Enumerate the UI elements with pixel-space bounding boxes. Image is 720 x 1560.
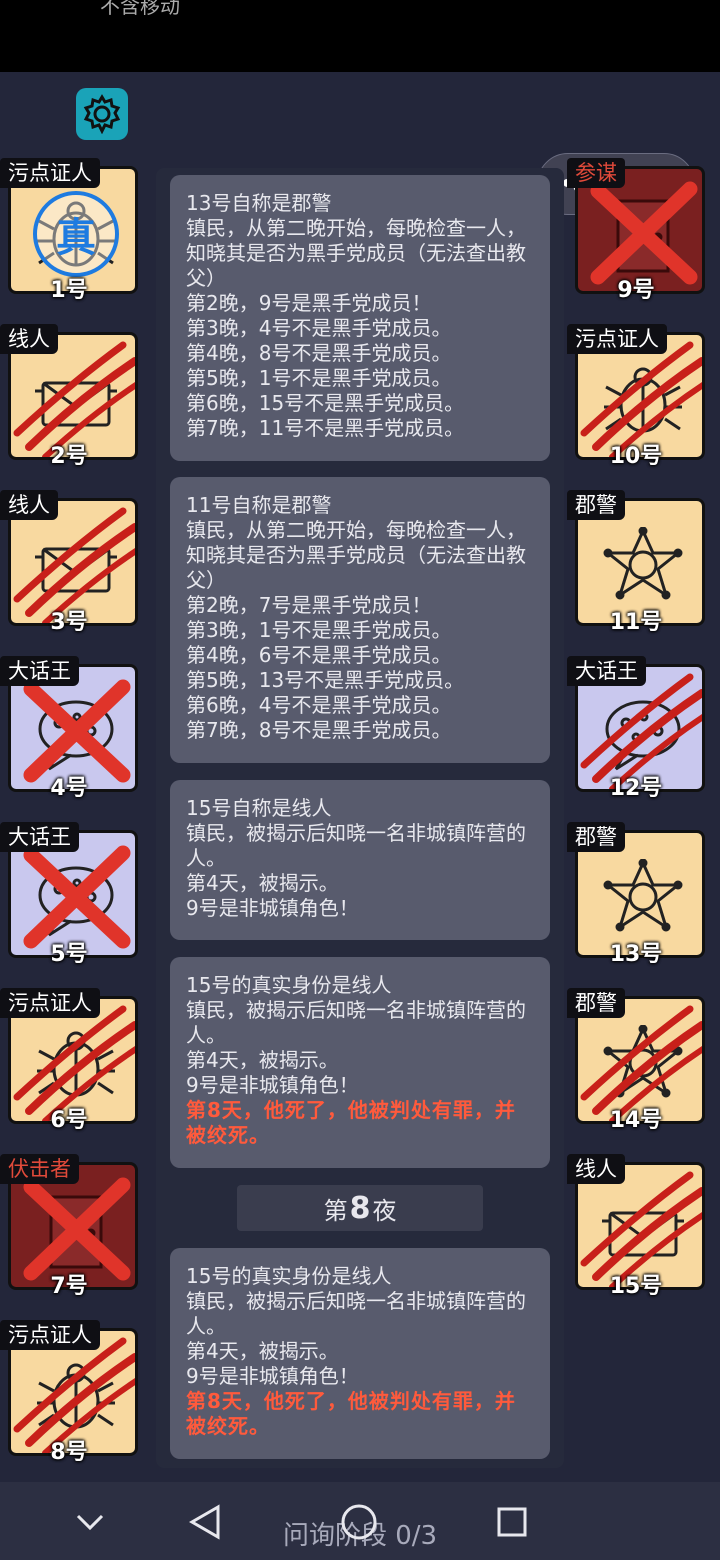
player-card[interactable]: 参谋 9号 bbox=[567, 158, 705, 303]
player-card[interactable]: 污点证人 10号 bbox=[567, 324, 705, 469]
role-label: 污点证人 bbox=[0, 158, 100, 188]
player-card[interactable]: 线人 3号 bbox=[0, 490, 138, 635]
message-line: 第5晚，13号不是黑手党成员。 bbox=[186, 668, 465, 692]
player-number: 1号 bbox=[50, 278, 88, 303]
settings-button[interactable] bbox=[76, 88, 128, 140]
player-card[interactable]: 大话王 4号 bbox=[0, 656, 138, 801]
night-suffix: 夜 bbox=[372, 1196, 397, 1225]
verified-badge: 真 bbox=[33, 191, 119, 277]
role-label: 线人 bbox=[0, 490, 58, 520]
chevron-down-icon[interactable] bbox=[74, 1512, 106, 1534]
player-card[interactable]: 大话王 12号 bbox=[567, 656, 705, 801]
role-label: 大话王 bbox=[567, 656, 646, 686]
player-number: 15号 bbox=[609, 1274, 663, 1299]
recent-apps-icon[interactable] bbox=[496, 1506, 528, 1538]
role-label: 污点证人 bbox=[0, 1320, 100, 1350]
message-line: 15号的真实身份是线人 bbox=[186, 1264, 392, 1288]
message-line: 15号自称是线人 bbox=[186, 796, 332, 820]
status-text: 不含移动 bbox=[100, 0, 180, 18]
message-line: 第4天，被揭示。 bbox=[186, 1048, 339, 1072]
message-line: 第2晚，9号是黑手党成员！ bbox=[186, 291, 432, 315]
message-line: 9号是非城镇角色！ bbox=[186, 896, 359, 920]
night-number: 8 bbox=[349, 1190, 371, 1226]
death-notice: 第8天，他死了，他被判处有罪，并被绞死。 bbox=[186, 1389, 516, 1438]
player-number: 7号 bbox=[50, 1274, 88, 1299]
message-line: 第7晚，8号不是黑手党成员。 bbox=[186, 718, 452, 742]
message-line: 第3晚，1号不是黑手党成员。 bbox=[186, 618, 452, 642]
message-line: 第5晚，1号不是黑手党成员。 bbox=[186, 366, 452, 390]
message-line: 第7晚，11号不是黑手党成员。 bbox=[186, 416, 465, 440]
role-label: 大话王 bbox=[0, 822, 79, 852]
message-line: 第4晚，8号不是黑手党成员。 bbox=[186, 341, 452, 365]
death-notice: 第8天，他死了，他被判处有罪，并被绞死。 bbox=[186, 1098, 516, 1147]
player-number: 12号 bbox=[609, 776, 663, 801]
home-icon[interactable] bbox=[340, 1503, 378, 1541]
message-line: 镇民，从第二晚开始，每晚检查一人，知晓其是否为黑手党成员（无法查出教父） bbox=[186, 518, 526, 592]
role-label: 线人 bbox=[567, 1154, 625, 1184]
message-line: 15号的真实身份是线人 bbox=[186, 973, 392, 997]
player-number: 10号 bbox=[609, 444, 663, 469]
message-card: 15号的真实身份是线人 镇民，被揭示后知晓一名非城镇阵营的人。 第4天，被揭示。 9号… bbox=[170, 957, 550, 1168]
star-icon bbox=[598, 526, 688, 607]
role-label: 郡警 bbox=[567, 490, 625, 520]
status-bar: 不含移动 bbox=[0, 0, 720, 72]
role-label: 伏击者 bbox=[0, 1154, 79, 1184]
back-icon[interactable] bbox=[188, 1504, 222, 1540]
message-line: 第6晚，15号不是黑手党成员。 bbox=[186, 391, 465, 415]
role-label: 污点证人 bbox=[567, 324, 667, 354]
player-card[interactable]: 真污点证人 1号 bbox=[0, 158, 138, 303]
player-number: 8号 bbox=[50, 1440, 88, 1465]
player-card[interactable]: 线人 15号 bbox=[567, 1154, 705, 1299]
player-number: 6号 bbox=[50, 1108, 88, 1133]
player-number: 2号 bbox=[50, 444, 88, 469]
message-card: 11号自称是郡警 镇民，从第二晚开始，每晚检查一人，知晓其是否为黑手党成员（无法查… bbox=[170, 477, 550, 763]
message-line: 镇民，从第二晚开始，每晚检查一人，知晓其是否为黑手党成员（无法查出教父） bbox=[186, 216, 526, 290]
role-label: 参谋 bbox=[567, 158, 625, 188]
player-card[interactable]: 伏击者 7号 bbox=[0, 1154, 138, 1299]
role-label: 线人 bbox=[0, 324, 58, 354]
player-card[interactable]: 污点证人 8号 bbox=[0, 1320, 138, 1465]
message-line: 第4天，被揭示。 bbox=[186, 1339, 339, 1363]
player-number: 11号 bbox=[609, 610, 663, 635]
message-line: 9号是非城镇角色！ bbox=[186, 1364, 359, 1388]
player-number: 3号 bbox=[50, 610, 88, 635]
role-label: 大话王 bbox=[0, 656, 79, 686]
player-card[interactable]: 大话王 5号 bbox=[0, 822, 138, 967]
message-line: 第4天，被揭示。 bbox=[186, 871, 339, 895]
player-number: 13号 bbox=[609, 942, 663, 967]
player-number: 4号 bbox=[50, 776, 88, 801]
message-card: 15号自称是线人 镇民，被揭示后知晓一名非城镇阵营的人。 第4天，被揭示。 9号是非城… bbox=[170, 780, 550, 940]
message-line: 第3晚，4号不是黑手党成员。 bbox=[186, 316, 452, 340]
message-line: 第6晚，4号不是黑手党成员。 bbox=[186, 693, 452, 717]
message-line: 镇民，被揭示后知晓一名非城镇阵营的人。 bbox=[186, 1289, 526, 1338]
player-card[interactable]: 线人 2号 bbox=[0, 324, 138, 469]
player-number: 5号 bbox=[50, 942, 88, 967]
role-label: 郡警 bbox=[567, 988, 625, 1018]
gear-icon bbox=[83, 94, 121, 134]
player-number: 14号 bbox=[609, 1108, 663, 1133]
role-label: 郡警 bbox=[567, 822, 625, 852]
message-line: 第2晚，7号是黑手党成员！ bbox=[186, 593, 432, 617]
player-card[interactable]: 郡警 11号 bbox=[567, 490, 705, 635]
player-card[interactable]: 郡警 14号 bbox=[567, 988, 705, 1133]
message-line: 镇民，被揭示后知晓一名非城镇阵营的人。 bbox=[186, 821, 526, 870]
player-number: 9号 bbox=[617, 278, 655, 303]
role-label: 污点证人 bbox=[0, 988, 100, 1018]
night-divider: 第 8 夜 bbox=[237, 1185, 483, 1231]
message-line: 11号自称是郡警 bbox=[186, 493, 332, 517]
message-card: 15号的真实身份是线人 镇民，被揭示后知晓一名非城镇阵营的人。 第4天，被揭示。 9号… bbox=[170, 1248, 550, 1459]
night-prefix: 第 bbox=[323, 1196, 348, 1225]
message-line: 9号是非城镇角色！ bbox=[186, 1073, 359, 1097]
message-line: 镇民，被揭示后知晓一名非城镇阵营的人。 bbox=[186, 998, 526, 1047]
message-card: 13号自称是郡警 镇民，从第二晚开始，每晚检查一人，知晓其是否为黑手党成员（无法查… bbox=[170, 175, 550, 461]
message-line: 第4晚，6号不是黑手党成员。 bbox=[186, 643, 452, 667]
message-line: 13号自称是郡警 bbox=[186, 191, 332, 215]
player-card[interactable]: 郡警 13号 bbox=[567, 822, 705, 967]
player-card[interactable]: 污点证人 6号 bbox=[0, 988, 138, 1133]
star-icon bbox=[598, 858, 688, 939]
